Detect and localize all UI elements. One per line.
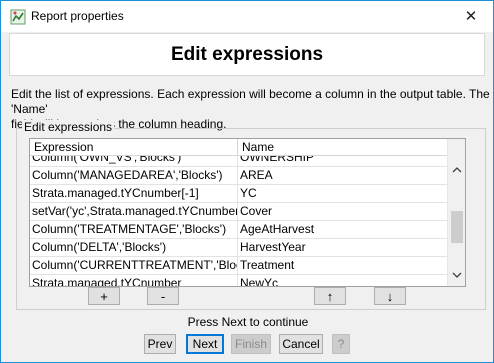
name-cell[interactable]: YC (238, 185, 448, 202)
table-rows: Column('OWN_VS','Blocks') OWNERSHIP Column… (30, 156, 448, 286)
name-cell[interactable]: AgeAtHarvest (238, 221, 448, 238)
name-cell[interactable]: NewYc (238, 275, 448, 286)
expression-cell[interactable]: Column('TREATMENTAGE','Blocks') (30, 221, 238, 238)
prev-button[interactable]: Prev (144, 334, 176, 354)
table-row[interactable]: Strata.managed.tYCnumber NewYc (30, 275, 448, 286)
expression-cell[interactable]: Column('OWN_VS','Blocks') (30, 156, 238, 166)
groupbox-label: Edit expressions (22, 120, 115, 134)
remove-row-button[interactable]: - (147, 287, 179, 305)
scroll-thumb[interactable] (451, 211, 463, 243)
app-icon (10, 9, 26, 25)
continue-hint: Press Next to continue (187, 315, 309, 329)
table-row[interactable]: Column('MANAGEDAREA','Blocks') AREA (30, 167, 448, 185)
expression-cell[interactable]: Column('DELTA','Blocks') (30, 239, 238, 256)
next-button[interactable]: Next (186, 334, 224, 354)
column-header-expression[interactable]: Expression (30, 139, 238, 156)
window-title: Report properties (31, 9, 124, 23)
move-up-button[interactable]: ↑ (314, 287, 346, 305)
table-row[interactable]: Column('OWN_VS','Blocks') OWNERSHIP (30, 156, 448, 167)
vertical-scrollbar[interactable] (447, 139, 465, 286)
table-row[interactable]: setVar('yc',Strata.managed.tYCnumber[...… (30, 203, 448, 221)
finish-button[interactable]: Finish (231, 334, 271, 354)
name-cell[interactable]: OWNERSHIP (238, 156, 448, 166)
table-row[interactable]: Column('DELTA','Blocks') HarvestYear (30, 239, 448, 257)
instructions-line-1: Edit the list of expressions. Each expre… (11, 87, 490, 116)
expressions-table[interactable]: Expression Name Column('OWN_VS','Blocks'… (29, 138, 466, 287)
move-down-button[interactable]: ↓ (374, 287, 406, 305)
header-panel: Edit expressions (9, 33, 485, 76)
scroll-up-icon[interactable] (448, 163, 465, 177)
title-bar: Report properties ✕ (1, 1, 493, 32)
close-icon[interactable]: ✕ (457, 5, 485, 27)
expression-cell[interactable]: Column('MANAGEDAREA','Blocks') (30, 167, 238, 184)
name-cell[interactable]: AREA (238, 167, 448, 184)
expression-cell[interactable]: Strata.managed.tYCnumber[-1] (30, 185, 238, 202)
table-row[interactable]: Column('TREATMENTAGE','Blocks') AgeAtHarv… (30, 221, 448, 239)
name-cell[interactable]: HarvestYear (238, 239, 448, 256)
name-cell[interactable]: Cover (238, 203, 448, 220)
expression-cell[interactable]: Strata.managed.tYCnumber (30, 275, 238, 286)
name-cell[interactable]: Treatment (238, 257, 448, 274)
cancel-button[interactable]: Cancel (279, 334, 323, 354)
scroll-down-icon[interactable] (448, 268, 465, 282)
table-body: Column('OWN_VS','Blocks') OWNERSHIP Column… (30, 156, 448, 286)
page-heading: Edit expressions (170, 43, 324, 65)
table-row[interactable]: Strata.managed.tYCnumber[-1] YC (30, 185, 448, 203)
expression-cell[interactable]: setVar('yc',Strata.managed.tYCnumber[... (30, 203, 238, 220)
expression-cell[interactable]: Column('CURRENTTREATMENT','Blocks') (30, 257, 238, 274)
add-row-button[interactable]: + (88, 287, 120, 305)
table-row[interactable]: Column('CURRENTTREATMENT','Blocks') Treat… (30, 257, 448, 275)
table-header: Expression Name (30, 139, 448, 156)
column-header-name[interactable]: Name (238, 139, 448, 156)
report-properties-dialog: Report properties ✕ Edit expressions Edi… (0, 0, 494, 363)
help-button[interactable]: ? (332, 334, 350, 354)
